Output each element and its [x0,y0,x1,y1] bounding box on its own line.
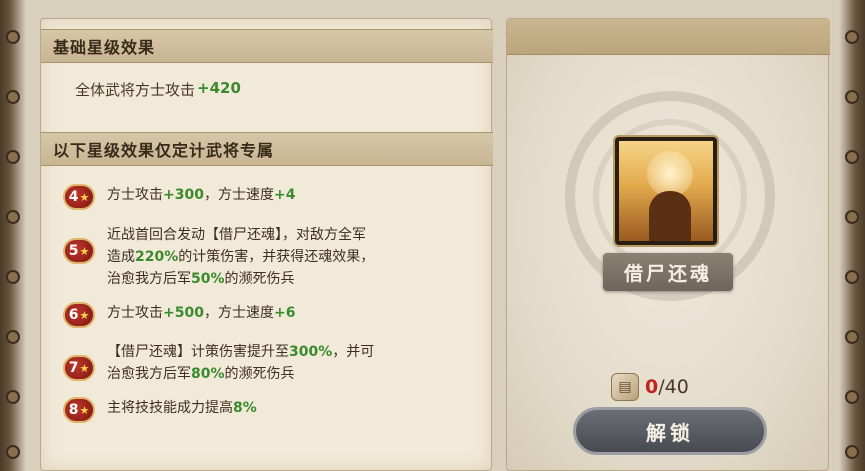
panel-top-bar [507,19,830,55]
exclusive-star-effect-header: 以下星级效果仅定计武将专属 [41,132,493,166]
skill-name-plate: 借尸还魂 [603,253,733,291]
skill-detail-panel: 借尸还魂 ▤ 0/40 解锁 [506,18,830,471]
star-effect-text: 近战首回合发动【借尸还魂】，对敌方全军 造成220%的计策伤害，并获得还魂效果，… [107,227,375,287]
base-star-effect-header: 基础星级效果 [41,29,493,63]
star-icon: ★ [79,403,90,417]
cost-count: 0/40 [645,376,689,398]
star-icon: ★ [79,361,90,375]
star-level-badge: 7 ★ [63,355,95,381]
unlock-button[interactable]: 解锁 [573,407,767,455]
star-effect-row-4: 4 ★ 方士攻击+300，方士速度+4 [63,184,487,210]
star-effect-text: 主将技技能成力提高8% [107,400,257,416]
scroll-icon: ▤ [611,373,639,401]
right-binding [845,0,859,471]
star-effect-row-8: 8 ★ 主将技技能成力提高8% [63,397,487,423]
star-icon: ★ [79,244,90,258]
star-effect-row-5: 5 ★ 近战首回合发动【借尸还魂】，对敌方全军 造成220%的计策伤害，并获得还魂… [63,224,487,290]
star-effect-text: 【借尸还魂】计策伤害提升至300%，并可 治愈我方后军80%的濒死伤兵 [107,344,375,382]
base-star-effect-title: 基础星级效果 [53,38,156,57]
skill-name: 借尸还魂 [623,262,712,285]
exclusive-star-effect-title: 以下星级效果仅定计武将专属 [53,141,275,160]
star-icon: ★ [79,190,90,204]
star-effect-row-7: 7 ★ 【借尸还魂】计策伤害提升至300%，并可 治愈我方后军80%的濒死伤兵 [63,341,487,385]
star-effects-panel: 基础星级效果 全体武将方士攻击 +420 以下星级效果仅定计武将专属 4 ★ 方士… [40,18,493,471]
star-level-badge: 5 ★ [63,238,95,264]
left-binding [6,0,20,471]
star-level-badge: 8 ★ [63,397,95,423]
star-level-badge: 6 ★ [63,302,95,328]
star-effect-text: 方士攻击+300，方士速度+4 [107,187,296,203]
star-effect-row-6: 6 ★ 方士攻击+500，方士速度+6 [63,302,487,328]
base-effect-text: 全体武将方士攻击 +420 [75,79,241,99]
star-level-badge: 4 ★ [63,184,95,210]
unlock-cost: ▤ 0/40 [611,373,689,401]
star-icon: ★ [79,308,90,322]
skill-portrait-icon [615,137,717,245]
star-effect-text: 方士攻击+500，方士速度+6 [107,305,296,321]
